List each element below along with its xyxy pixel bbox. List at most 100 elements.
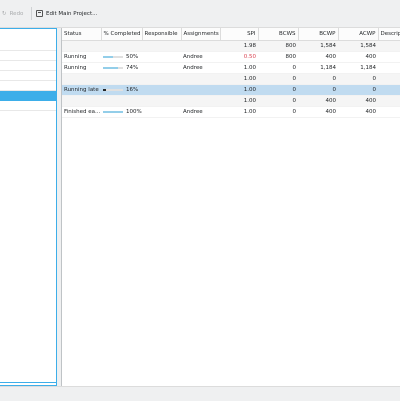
responsible-cell [142, 95, 181, 107]
table-row[interactable]: Running 50% Andree 0.50 800 400 400 [62, 51, 400, 63]
tree-row[interactable] [0, 61, 56, 71]
progress-cell: 100% [101, 106, 142, 118]
acwp-cell: 0 [338, 73, 378, 85]
table-row[interactable]: Running 74% Andree 1.00 0 1,184 1,184 [62, 62, 400, 74]
assignments-cell [181, 95, 220, 107]
tree-row-selected[interactable] [0, 91, 56, 101]
assignments-cell: Andree [181, 62, 220, 74]
redo-button[interactable]: ↻ Redo [2, 0, 23, 27]
spi-cell: 1.00 [220, 84, 258, 96]
bcwp-cell: 400 [298, 51, 338, 63]
spi-cell: 1.98 [220, 40, 258, 52]
tree-row[interactable] [0, 51, 56, 61]
acwp-cell: 1,584 [338, 40, 378, 52]
assignments-cell-text: Andree [183, 109, 203, 115]
table-header-row: Status % Completed Responsible Assignmen… [62, 28, 400, 41]
bcwp-cell-text: 0 [332, 87, 337, 93]
column-header-acwp[interactable]: ACWP [338, 28, 379, 41]
spi-cell: 1.00 [220, 73, 258, 85]
table-row[interactable]: 1.98 800 1,584 1,584 [62, 40, 400, 52]
edit-main-project-button[interactable]: Edit Main Project... [36, 0, 97, 27]
spi-cell-text: 1.00 [243, 87, 256, 93]
responsible-cell [142, 73, 181, 85]
bcws-cell: 0 [258, 62, 298, 74]
responsible-cell [142, 84, 181, 96]
tree-row[interactable] [0, 81, 56, 91]
column-header-description[interactable]: Description [378, 28, 400, 41]
column-header-completed[interactable]: % Completed [101, 28, 143, 41]
bcwp-cell-text: 1,584 [320, 43, 336, 49]
progress-cell: 74% [101, 62, 142, 74]
bcwp-cell: 1,584 [298, 40, 338, 52]
task-data-panel: Status % Completed Responsible Assignmen… [61, 28, 400, 386]
assignments-cell [181, 40, 220, 52]
bcws-cell-text: 0 [292, 98, 297, 104]
progress-label: 74% [126, 65, 139, 71]
acwp-cell: 1,184 [338, 62, 378, 74]
progress-cell [101, 73, 142, 85]
column-header-spi[interactable]: SPI [220, 28, 259, 41]
assignments-cell: Andree [181, 106, 220, 118]
status-cell-text: Finished ea... [64, 109, 101, 115]
table-row[interactable]: 1.00 0 400 400 [62, 95, 400, 107]
bcws-cell-text: 0 [292, 87, 297, 93]
table-row[interactable]: Finished ea... 100% Andree 1.00 0 400 400 [62, 106, 400, 118]
spi-cell-text: 1.00 [243, 98, 256, 104]
table-row[interactable]: Running late 16% 1.00 0 0 0 [62, 84, 400, 96]
tree-row[interactable] [0, 41, 56, 51]
bcws-cell: 800 [258, 40, 298, 52]
acwp-cell-text: 400 [365, 98, 377, 104]
task-tree-panel[interactable] [0, 28, 57, 386]
status-cell: Running late [62, 84, 101, 96]
bcws-cell-text: 800 [285, 54, 297, 60]
acwp-cell-text: 400 [365, 109, 377, 115]
column-header-bcwp[interactable]: BCWP [298, 28, 339, 41]
acwp-cell: 400 [338, 106, 378, 118]
status-cell: Finished ea... [62, 106, 101, 118]
description-cell [378, 51, 400, 63]
acwp-cell: 0 [338, 84, 378, 96]
description-cell [378, 106, 400, 118]
description-cell [378, 73, 400, 85]
toolbar: ↻ Redo Edit Main Project... [0, 0, 400, 28]
progress-cell [101, 40, 142, 52]
bcws-cell: 0 [258, 73, 298, 85]
progress-cell: 50% [101, 51, 142, 63]
acwp-cell-text: 0 [372, 76, 377, 82]
task-table: Status % Completed Responsible Assignmen… [62, 28, 400, 118]
assignments-cell: Andree [181, 51, 220, 63]
progress-label: 100% [126, 109, 142, 115]
column-header-assignments[interactable]: Assignments [181, 28, 221, 41]
panel-bottom-border [0, 382, 56, 383]
bcwp-cell-text: 400 [325, 54, 337, 60]
column-header-bcws[interactable]: BCWS [258, 28, 299, 41]
progress-bar-fill [103, 110, 123, 113]
redo-icon: ↻ [2, 10, 7, 17]
spi-cell: 1.00 [220, 62, 258, 74]
bcws-cell: 800 [258, 51, 298, 63]
assignments-cell [181, 84, 220, 96]
bcwp-cell: 1,184 [298, 62, 338, 74]
status-cell [62, 40, 101, 52]
project-icon [36, 10, 43, 17]
progress-bar-fill [103, 66, 118, 69]
table-row[interactable]: 1.00 0 0 0 [62, 73, 400, 85]
status-cell: Running [62, 51, 101, 63]
tree-row[interactable] [0, 71, 56, 81]
tree-row[interactable] [0, 101, 56, 111]
acwp-cell-text: 1,584 [360, 43, 376, 49]
spi-cell-text: 1.00 [243, 109, 256, 115]
column-header-responsible[interactable]: Responsible [142, 28, 182, 41]
bcws-cell-text: 800 [285, 43, 297, 49]
bcws-cell-text: 0 [292, 76, 297, 82]
column-header-status[interactable]: Status [62, 28, 102, 41]
assignments-cell-text: Andree [183, 54, 203, 60]
bcwp-cell-text: 0 [332, 76, 337, 82]
progress-cell [101, 95, 142, 107]
progress-bar [103, 66, 123, 69]
status-bar [0, 386, 400, 401]
bcws-cell-text: 0 [292, 109, 297, 115]
progress-bar-fill [103, 88, 107, 91]
acwp-cell: 400 [338, 51, 378, 63]
spi-cell-text: 0.50 [243, 54, 256, 60]
